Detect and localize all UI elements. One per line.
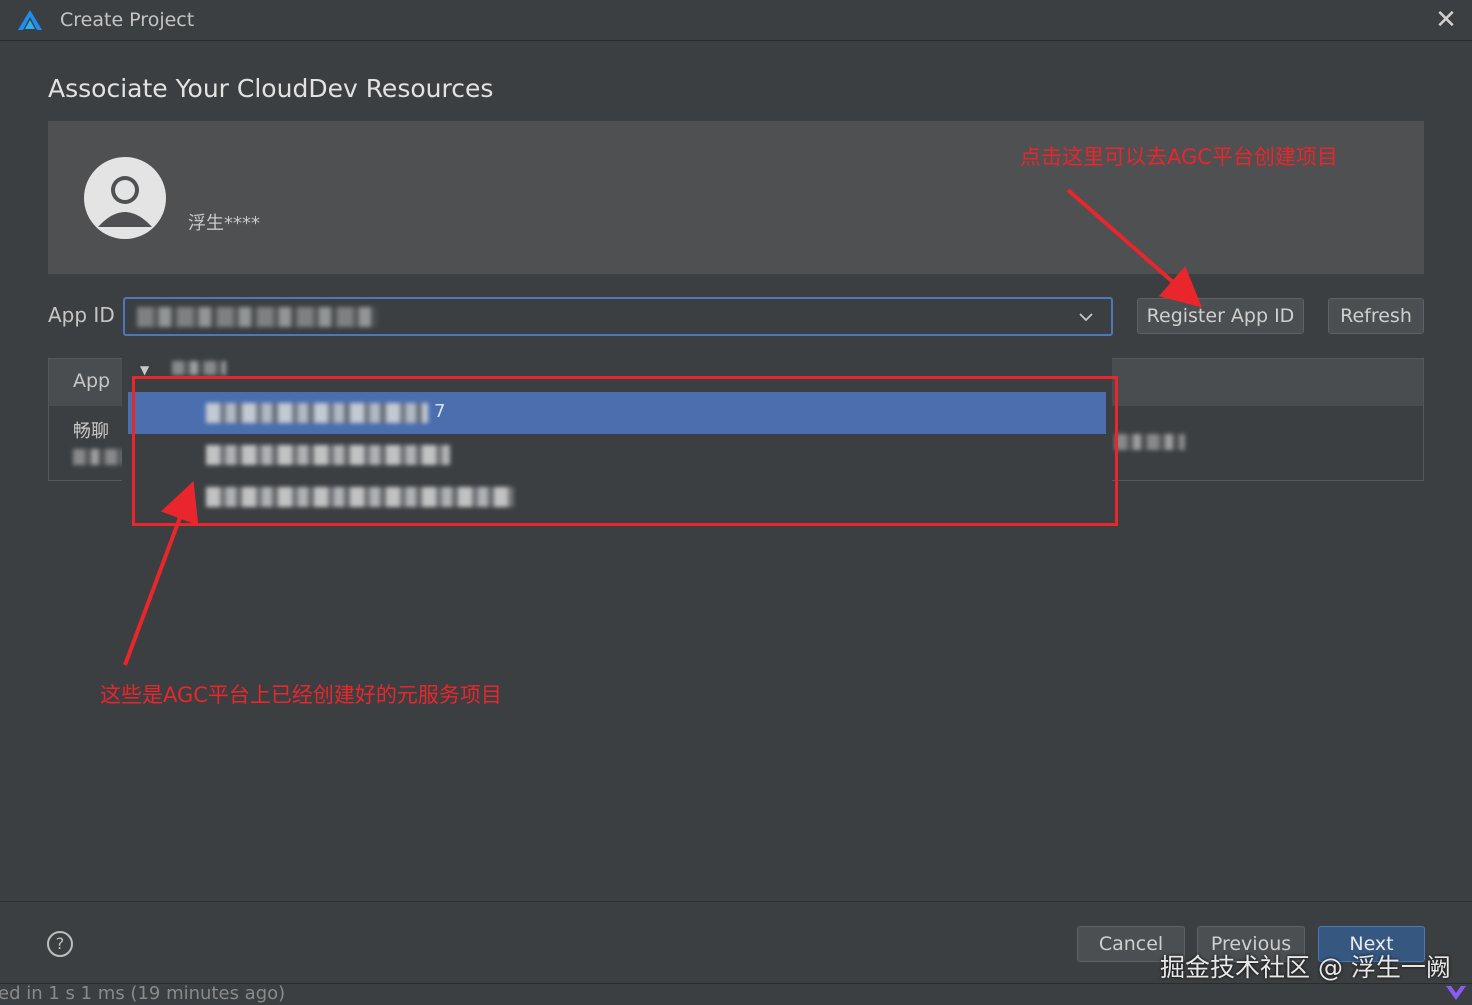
footer-divider	[0, 901, 1472, 902]
dropdown-header-redacted	[172, 361, 226, 375]
chevron-down-icon[interactable]	[1077, 308, 1095, 326]
close-icon[interactable]: ✕	[1432, 6, 1460, 34]
column-header-app: App	[73, 370, 111, 392]
app-id-selected-value	[137, 307, 377, 327]
collapse-arrow-icon[interactable]: ▼	[140, 363, 149, 377]
annotation-register-hint: 点击这里可以去AGC平台创建项目	[1020, 145, 1338, 169]
table-cell-redacted	[1115, 434, 1185, 450]
register-app-id-button[interactable]: Register App ID	[1137, 298, 1304, 334]
annotation-dropdown-hint: 这些是AGC平台上已经创建好的元服务项目	[100, 683, 502, 707]
watermark: 掘金技术社区 @ 浮生一阙	[1160, 953, 1451, 982]
corner-logo-icon	[1446, 986, 1466, 1000]
status-bar: ed in 1 s 1 ms (19 minutes ago)	[0, 983, 1472, 1005]
title-bar: Create Project ✕	[0, 0, 1472, 41]
status-text: ed in 1 s 1 ms (19 minutes ago)	[0, 983, 286, 1004]
annotation-highlight-box	[132, 376, 1118, 526]
username: 浮生****	[188, 213, 260, 234]
app-id-select[interactable]	[123, 297, 1113, 336]
avatar	[84, 157, 166, 239]
table-cell-redacted	[73, 449, 125, 465]
page-title: Associate Your CloudDev Resources	[48, 74, 494, 103]
window-title: Create Project	[60, 9, 195, 31]
app-logo-icon	[18, 10, 42, 30]
app-id-label: App ID	[48, 303, 115, 327]
help-icon[interactable]: ?	[47, 931, 73, 957]
table-cell-app: 畅聊	[73, 421, 109, 442]
refresh-button[interactable]: Refresh	[1328, 298, 1424, 334]
